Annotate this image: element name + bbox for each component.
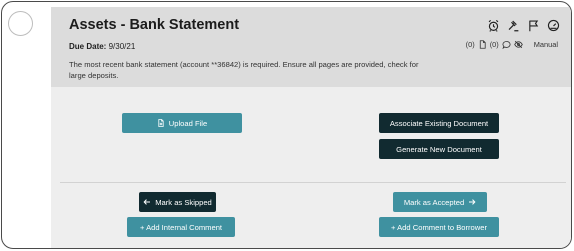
alarm-clock-icon[interactable] [486, 18, 500, 32]
arrow-right-icon [469, 199, 476, 205]
due-date-value: 9/30/21 [108, 42, 136, 51]
comment-icon[interactable] [502, 40, 511, 49]
generate-new-document-button[interactable]: Generate New Document [379, 139, 499, 159]
mark-as-skipped-label: Mark as Skipped [155, 197, 212, 207]
arrow-left-icon [143, 199, 151, 205]
mark-as-accepted-label: Mark as Accepted [403, 197, 465, 207]
associate-existing-document-button[interactable]: Associate Existing Document [379, 113, 499, 133]
hidden-eye-icon[interactable] [514, 40, 523, 49]
file-icon [158, 119, 164, 127]
documents-count: (0) [465, 40, 475, 49]
document-icon[interactable] [478, 40, 487, 49]
header-icons [486, 18, 560, 32]
comments-count: (0) [489, 40, 499, 49]
add-internal-comment-button[interactable]: + Add Internal Comment [127, 217, 235, 237]
gavel-icon[interactable] [506, 18, 520, 32]
due-date: Due Date: 9/30/21 [69, 42, 135, 51]
card-title: Assets - Bank Statement [69, 17, 240, 33]
upload-file-button[interactable]: Upload File [122, 113, 242, 133]
card-meta: (0) (0) Manual [466, 40, 558, 49]
avatar [8, 11, 33, 36]
flag-icon[interactable] [526, 18, 540, 32]
mark-as-accepted-button[interactable]: Mark as Accepted [393, 192, 487, 212]
mark-as-skipped-button[interactable]: Mark as Skipped [139, 192, 216, 212]
mode-label: Manual [533, 40, 558, 49]
window-frame: Assets - Bank Statement Due Date: 9/30/2… [1, 1, 572, 249]
card-header: Assets - Bank Statement Due Date: 9/30/2… [51, 7, 571, 87]
card-description: The most recent bank statement (account … [69, 60, 419, 80]
add-comment-to-borrower-button[interactable]: + Add Comment to Borrower [379, 217, 499, 237]
section-divider [60, 182, 566, 183]
due-date-label: Due Date: [69, 42, 107, 51]
speedometer-icon[interactable] [546, 18, 560, 32]
condition-card: Assets - Bank Statement Due Date: 9/30/2… [51, 7, 571, 248]
upload-file-label: Upload File [168, 118, 208, 128]
